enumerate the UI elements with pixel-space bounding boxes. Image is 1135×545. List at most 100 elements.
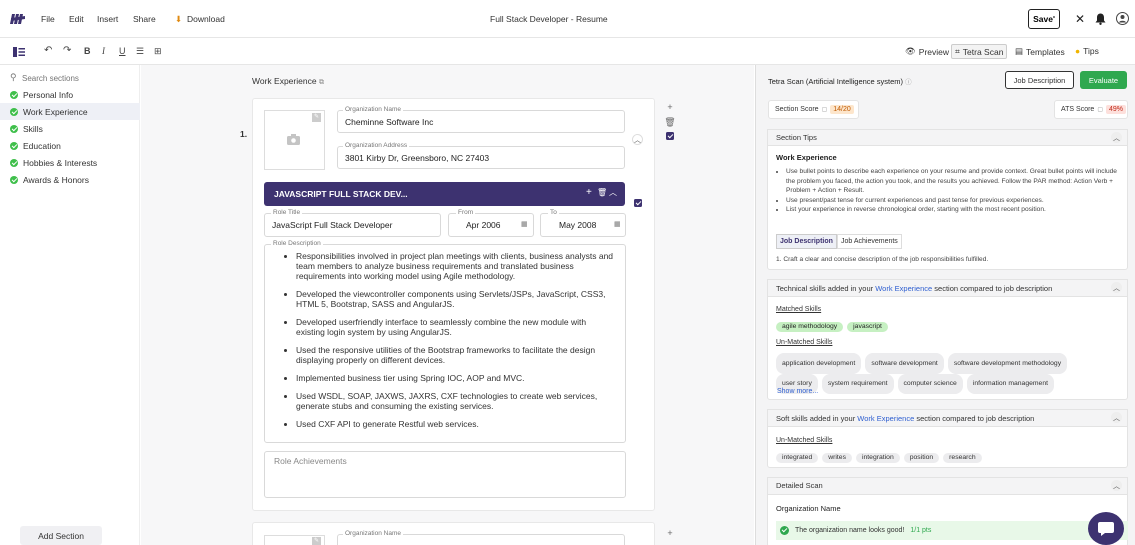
matched-skills: agile methodology javascript [776, 320, 1116, 332]
close-icon[interactable]: ✕ [1075, 12, 1085, 26]
collapse-tips-icon[interactable]: ︿ [1111, 132, 1122, 143]
undo-icon[interactable]: ↶ [44, 45, 52, 56]
section-score-label: Section Score [775, 106, 819, 113]
info-icon[interactable]: ▢ [1097, 106, 1103, 113]
scan-title-text: Tetra Scan (Artificial Intelligence syst… [768, 77, 904, 86]
role-bullet[interactable]: Responsibilities involved in project pla… [296, 251, 616, 281]
tab-tips[interactable]: ● Tips [1075, 46, 1099, 56]
tech-title-link[interactable]: Work Experience [875, 284, 932, 293]
matched-skill-chip: javascript [847, 321, 888, 332]
show-more-link[interactable]: Show more... [777, 388, 818, 395]
sidebar-item-label: Personal Info [23, 89, 74, 100]
add-entry-icon[interactable]: + [664, 101, 676, 113]
section-heading: Work Experience ⧉ [252, 76, 324, 87]
tip-item: Use present/past tense for current exper… [786, 196, 1122, 206]
role-bullet[interactable]: Used WSDL, SOAP, JAXWS, JAXRS, CXF techn… [296, 391, 616, 411]
org-name-label: Organization Name [343, 106, 403, 113]
search-sections-input[interactable] [22, 72, 132, 84]
tab-preview[interactable]: 👁︎ Preview [905, 46, 949, 57]
tab-job-description[interactable]: Job Description [776, 234, 837, 249]
unmatched-skills-label: Un-Matched Skills [776, 339, 833, 346]
entry-visible-checkbox[interactable] [666, 132, 674, 140]
check-circle-icon [780, 526, 789, 535]
collapse-technical-icon[interactable]: ︿ [1111, 282, 1122, 293]
detailed-scan-subtitle: Organization Name [776, 504, 841, 513]
chat-icon [1098, 522, 1114, 536]
save-label: Save [1033, 14, 1053, 24]
collapse-detailed-icon[interactable]: ︿ [1111, 480, 1122, 491]
delete-role-icon[interactable]: 🗑︎ [597, 188, 607, 197]
job-description-button[interactable]: Job Description [1005, 71, 1074, 89]
sidebar-item[interactable]: Personal Info [0, 86, 140, 103]
collapse-org-icon[interactable]: ︿ [632, 134, 643, 145]
role-bullet[interactable]: Developed the viewcontroller components … [296, 289, 616, 309]
save-button[interactable]: Save * [1028, 9, 1060, 29]
sidebar-item[interactable]: Skills [0, 120, 140, 137]
role-header-bar[interactable]: JAVASCRIPT FULL STACK DEV... [264, 182, 625, 206]
sidebar-toggle-icon[interactable] [13, 47, 25, 57]
evaluate-button[interactable]: Evaluate [1080, 71, 1127, 89]
add-entry-icon[interactable]: + [664, 527, 676, 539]
edit-heading-icon[interactable]: ⧉ [319, 79, 324, 86]
tab-templates[interactable]: ▤ Templates [1015, 46, 1065, 57]
calendar-icon[interactable]: ▦ [614, 220, 621, 228]
menu-file[interactable]: File [41, 14, 55, 24]
tab-preview-label: Preview [918, 46, 950, 57]
bold-icon[interactable]: B [84, 46, 91, 56]
role-bullet[interactable]: Implemented business tier using Spring I… [296, 373, 616, 383]
tab-tetra-scan[interactable]: ⌗ Tetra Scan [951, 44, 1008, 59]
add-role-icon[interactable]: + [586, 187, 592, 198]
scan-icon: ⌗ [955, 46, 960, 56]
add-section-button[interactable]: Add Section [20, 526, 102, 545]
check-circle-icon [10, 175, 18, 184]
bullet-list-icon[interactable]: ☰ [136, 46, 144, 57]
sidebar-item[interactable]: Awards & Honors [0, 171, 140, 188]
matched-skills-label: Matched Skills [776, 306, 822, 313]
role-achievements-placeholder: Role Achievements [274, 456, 347, 466]
redo-icon[interactable]: ↷ [63, 45, 71, 56]
scan-title: Tetra Scan (Artificial Intelligence syst… [768, 76, 912, 86]
menu-insert[interactable]: Insert [97, 14, 118, 24]
app-logo-icon[interactable] [10, 11, 26, 27]
ats-score-label: ATS Score [1061, 106, 1095, 113]
collapse-soft-icon[interactable]: ︿ [1111, 412, 1122, 423]
search-icon: ⚲ [10, 72, 17, 82]
italic-icon[interactable]: I [102, 46, 105, 56]
section-tips-header [767, 129, 1128, 146]
tips-list: Use bullet points to describe each exper… [776, 167, 1122, 215]
delete-entry-icon[interactable]: 🗑︎ [664, 116, 676, 128]
user-avatar-icon[interactable] [1116, 12, 1129, 25]
underline-icon[interactable]: U [119, 46, 126, 56]
role-bullet[interactable]: Used CXF API to generate Restful web ser… [296, 419, 616, 429]
document-title-main: Full Stack Developer [490, 14, 569, 24]
menu-download[interactable]: Download [187, 14, 225, 24]
to-value: May 2008 [559, 220, 597, 230]
info-icon[interactable]: ⓘ [905, 79, 912, 86]
ats-score-value: 49% [1106, 105, 1127, 114]
sidebar-item[interactable]: Work Experience [0, 103, 140, 120]
sidebar-item-label: Work Experience [23, 106, 88, 117]
document-title[interactable]: Full Stack Developer - Resume [490, 14, 608, 24]
tab-tips-label: Tips [1083, 46, 1099, 56]
role-visible-checkbox[interactable] [634, 199, 642, 207]
info-icon[interactable]: ▢ [822, 106, 828, 113]
role-description-label: Role Description [271, 240, 323, 247]
role-description-list[interactable]: Responsibilities involved in project pla… [264, 251, 616, 437]
collapse-role-icon[interactable]: ︿ [609, 187, 617, 198]
sidebar-item[interactable]: Hobbies & Interests [0, 154, 140, 171]
tab-job-achievements[interactable]: Job Achievements [837, 234, 902, 249]
insert-comment-icon[interactable]: ⊞ [154, 46, 162, 57]
edit-logo-icon[interactable]: ✎ [312, 537, 321, 545]
role-bullet[interactable]: Developed userfriendly interface to seam… [296, 317, 616, 337]
sidebar-item[interactable]: Education [0, 137, 140, 154]
edit-logo-icon[interactable]: ✎ [312, 113, 321, 122]
bell-icon[interactable] [1095, 13, 1106, 25]
menu-edit[interactable]: Edit [69, 14, 84, 24]
menu-share[interactable]: Share [133, 14, 156, 24]
calendar-icon[interactable]: ▦ [521, 220, 528, 228]
tip-item: List your experience in reverse chronolo… [786, 205, 1122, 215]
soft-title-link[interactable]: Work Experience [857, 414, 914, 423]
role-bullet[interactable]: Used the responsive utilities of the Boo… [296, 345, 616, 365]
check-circle-icon [10, 124, 18, 133]
download-icon: ⬇ [175, 14, 183, 24]
